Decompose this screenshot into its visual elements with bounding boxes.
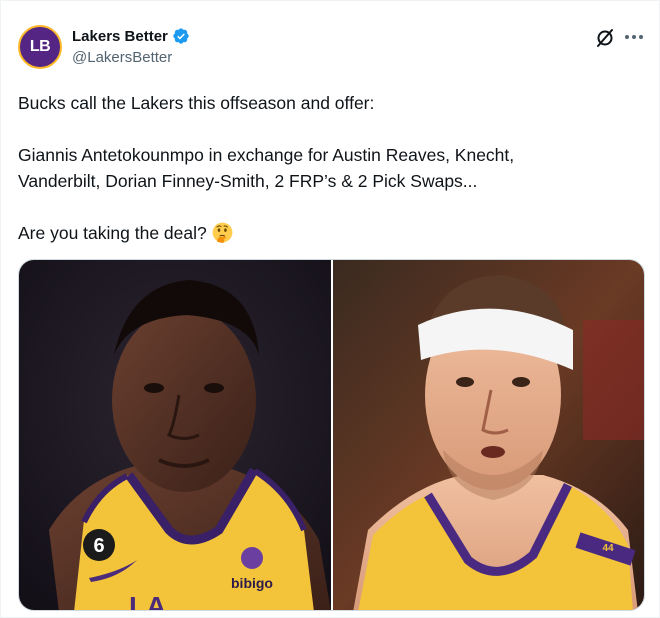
photo-left-image: 6 bibigo LA	[19, 260, 331, 611]
author-handle[interactable]: @LakersBetter	[72, 49, 172, 66]
tweet-media: 6 bibigo LA 44	[18, 259, 645, 611]
tweet-line-2: Giannis Antetokounmpo in exchange for Au…	[18, 145, 515, 165]
tweet-line-3: Vanderbilt, Dorian Finney-Smith, 2 FRP’s…	[18, 171, 478, 191]
tweet-card[interactable]: LB Lakers Better @LakersBetter Bucks cal…	[0, 0, 660, 618]
author-avatar[interactable]: LB	[18, 25, 62, 69]
photo-left-number: 6	[93, 535, 104, 557]
photo-left-sponsor: bibigo	[231, 575, 273, 591]
verified-badge-icon	[173, 28, 189, 44]
tweet-line-1: Bucks call the Lakers this offseason and…	[18, 93, 375, 113]
author-name-row: Lakers Better	[72, 27, 190, 45]
tweet-text: Bucks call the Lakers this offseason and…	[18, 90, 638, 246]
photo-right-image: 44	[332, 260, 644, 610]
avatar-text: LB	[29, 38, 51, 55]
grok-icon[interactable]	[595, 28, 615, 48]
author-display-name[interactable]: Lakers Better	[72, 28, 168, 45]
tweet-line-4-wrap: Are you taking the deal?	[18, 220, 638, 246]
photo-right-number: 44	[602, 543, 614, 554]
thinking-face-emoji	[212, 222, 233, 243]
tweet-line-4: Are you taking the deal?	[18, 223, 207, 243]
photo-left[interactable]: 6 bibigo LA	[19, 260, 331, 611]
photo-left-team-text: LA	[129, 591, 166, 611]
photo-right[interactable]: 44	[332, 260, 644, 610]
more-icon[interactable]	[623, 27, 645, 47]
